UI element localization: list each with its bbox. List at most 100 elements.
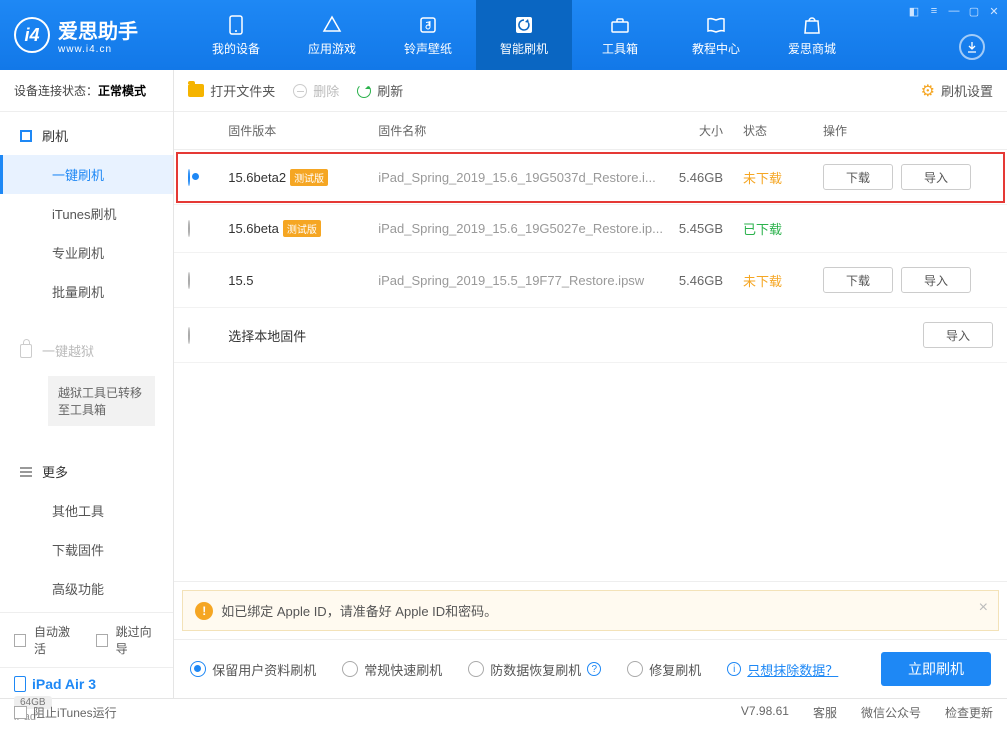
auto-activate-row: 自动激活 跳过向导 (0, 613, 173, 667)
minimize-icon[interactable]: — (947, 4, 961, 18)
app-url: www.i4.cn (58, 44, 138, 55)
firmware-name: iPad_Spring_2019_15.5_19F77_Restore.ipsw (378, 273, 663, 288)
row-radio[interactable] (188, 220, 190, 237)
nav-toolbox[interactable]: 工具箱 (572, 0, 668, 70)
nav-ringtones[interactable]: 铃声壁纸 (380, 0, 476, 70)
delete-button[interactable]: 删除 (293, 81, 339, 100)
table-row-local[interactable]: 选择本地固件 导入 (174, 308, 1007, 363)
top-nav: 我的设备 应用游戏 铃声壁纸 智能刷机 工具箱 教程中心 爱思商城 (188, 0, 860, 70)
logo: i4 爱思助手 www.i4.cn (0, 15, 188, 55)
connection-status: 设备连接状态：正常模式 (0, 70, 173, 112)
folder-icon (188, 84, 204, 97)
footer-update[interactable]: 检查更新 (945, 704, 993, 721)
auto-activate-checkbox[interactable] (14, 634, 26, 647)
logo-icon: i4 (14, 17, 50, 53)
flash-section-icon (18, 128, 34, 144)
block-itunes-checkbox[interactable] (14, 706, 27, 719)
firmware-status: 未下载 (743, 271, 823, 290)
footer-support[interactable]: 客服 (813, 704, 837, 721)
nav-apps[interactable]: 应用游戏 (284, 0, 380, 70)
sidebar-item-proflash[interactable]: 专业刷机 (0, 233, 173, 272)
nav-tutorials[interactable]: 教程中心 (668, 0, 764, 70)
phone-icon (225, 14, 247, 36)
block-itunes[interactable]: 阻止iTunes运行 (14, 704, 117, 721)
warning-close-icon[interactable]: × (979, 599, 988, 617)
sidebar-item-dlfirmware[interactable]: 下载固件 (0, 530, 173, 569)
delete-icon (293, 84, 307, 98)
nav-flash[interactable]: 智能刷机 (476, 0, 572, 70)
sidebar-head-more[interactable]: 更多 (0, 452, 173, 491)
table-row[interactable]: 15.6beta测试版iPad_Spring_2019_15.6_19G5027… (174, 205, 1007, 253)
toolbar: 打开文件夹 删除 刷新 ⚙刷机设置 (174, 70, 1007, 112)
firmware-name: iPad_Spring_2019_15.6_19G5037d_Restore.i… (378, 170, 663, 185)
opt-keep-data[interactable]: 保留用户资料刷机 (190, 660, 316, 679)
opt-repair[interactable]: 修复刷机 (627, 660, 701, 679)
sidebar-item-oneflash[interactable]: 一键刷机 (0, 155, 173, 194)
sidebar-item-advanced[interactable]: 高级功能 (0, 569, 173, 608)
nav-store[interactable]: 爱思商城 (764, 0, 860, 70)
radio-icon (627, 661, 643, 677)
device-info[interactable]: iPad Air 3 64GB iPad (0, 667, 173, 733)
firmware-rows: 15.6beta2测试版iPad_Spring_2019_15.6_19G503… (174, 150, 1007, 363)
table-header: 固件版本 固件名称 大小 状态 操作 (174, 112, 1007, 150)
beta-tag: 测试版 (283, 220, 321, 237)
opt-anti-recovery[interactable]: 防数据恢复刷机? (468, 660, 601, 679)
sidebar: 设备连接状态：正常模式 刷机 一键刷机 iTunes刷机 专业刷机 批量刷机 一… (0, 70, 174, 698)
warning-icon: ! (195, 602, 213, 620)
radio-icon (342, 661, 358, 677)
flash-now-button[interactable]: 立即刷机 (881, 652, 991, 686)
import-button[interactable]: 导入 (901, 267, 971, 293)
th-name: 固件名称 (378, 122, 663, 139)
table-row[interactable]: 15.6beta2测试版iPad_Spring_2019_15.6_19G503… (174, 150, 1007, 205)
local-firmware-label: 选择本地固件 (228, 329, 306, 344)
download-button[interactable]: 下载 (823, 164, 893, 190)
row-radio[interactable] (188, 327, 190, 344)
refresh-button[interactable]: 刷新 (357, 81, 403, 100)
toolbox-icon (609, 14, 631, 36)
footer-wechat[interactable]: 微信公众号 (861, 704, 921, 721)
firmware-size: 5.46GB (663, 273, 743, 288)
firmware-version: 15.5 (228, 273, 253, 288)
beta-tag: 测试版 (290, 169, 328, 186)
jailbreak-note: 越狱工具已转移至工具箱 (48, 376, 155, 426)
sidebar-head-flash[interactable]: 刷机 (0, 116, 173, 155)
warning-bar: ! 如已绑定 Apple ID，请准备好 Apple ID和密码。 × (182, 590, 999, 631)
table-row[interactable]: 15.5 iPad_Spring_2019_15.5_19F77_Restore.… (174, 253, 1007, 308)
gear-icon: ⚙ (921, 81, 935, 101)
row-radio[interactable] (188, 272, 190, 289)
tablet-icon (14, 676, 26, 692)
help-icon[interactable]: ? (587, 662, 601, 676)
apps-icon (321, 14, 343, 36)
nav-my-device[interactable]: 我的设备 (188, 0, 284, 70)
download-button[interactable]: 下载 (823, 267, 893, 293)
th-ops: 操作 (823, 122, 993, 139)
skin-icon[interactable]: ◧ (907, 4, 921, 18)
skip-guide-checkbox[interactable] (96, 634, 108, 647)
sidebar-item-batchflash[interactable]: 批量刷机 (0, 272, 173, 311)
firmware-size: 5.46GB (663, 170, 743, 185)
flash-settings-button[interactable]: ⚙刷机设置 (921, 81, 993, 101)
radio-icon (190, 661, 206, 677)
import-button[interactable]: 导入 (901, 164, 971, 190)
sidebar-item-othertools[interactable]: 其他工具 (0, 491, 173, 530)
window-controls: ◧ ≡ — ▢ ✕ (907, 4, 1001, 18)
refresh-icon (357, 84, 371, 98)
lock-icon (18, 343, 34, 359)
th-size: 大小 (663, 122, 743, 139)
book-icon (705, 14, 727, 36)
sidebar-item-itunesflash[interactable]: iTunes刷机 (0, 194, 173, 233)
download-indicator-icon[interactable] (959, 34, 985, 60)
opt-normal[interactable]: 常规快速刷机 (342, 660, 442, 679)
close-icon[interactable]: ✕ (987, 4, 1001, 18)
erase-link[interactable]: i只想抹除数据？ (727, 660, 838, 679)
more-icon (18, 464, 34, 480)
firmware-name: iPad_Spring_2019_15.6_19G5027e_Restore.i… (378, 221, 663, 236)
radio-icon (468, 661, 484, 677)
import-button[interactable]: 导入 (923, 322, 993, 348)
th-version: 固件版本 (228, 122, 378, 139)
firmware-status: 未下载 (743, 168, 823, 187)
maximize-icon[interactable]: ▢ (967, 4, 981, 18)
open-folder-button[interactable]: 打开文件夹 (188, 81, 275, 100)
menu-icon[interactable]: ≡ (927, 4, 941, 18)
row-radio[interactable] (188, 169, 190, 186)
